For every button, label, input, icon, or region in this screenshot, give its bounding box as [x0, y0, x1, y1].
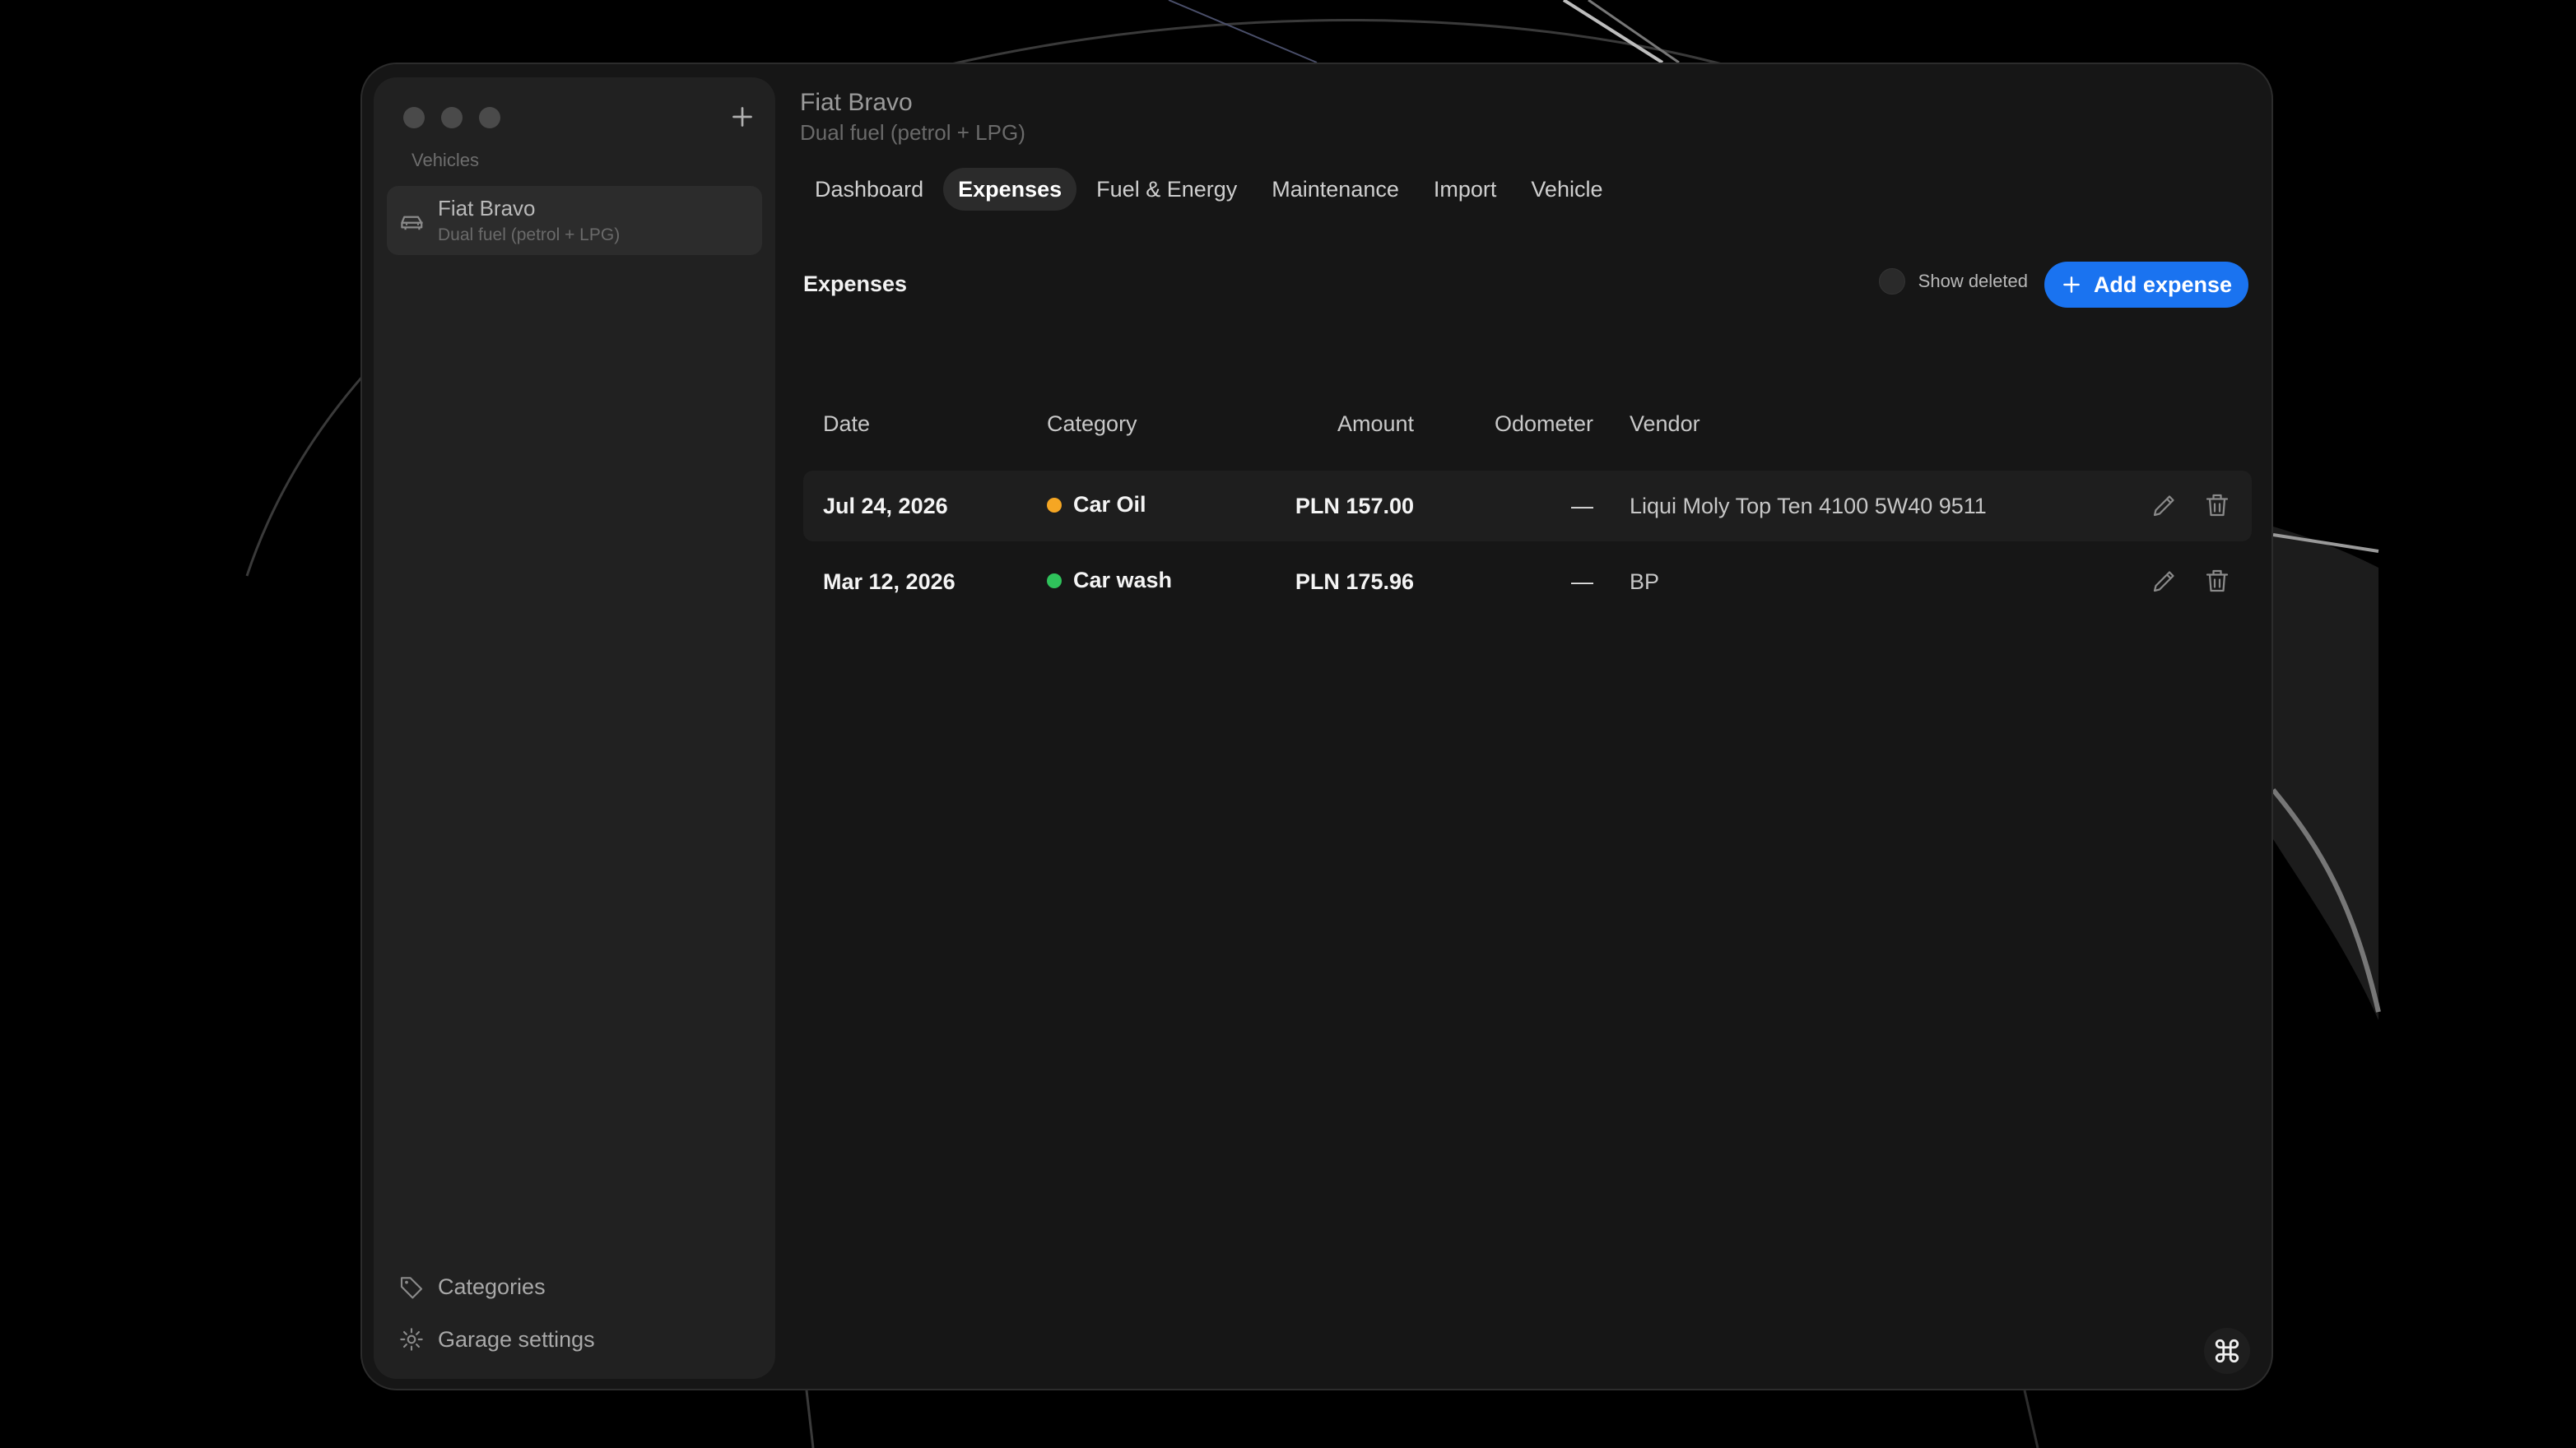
- category-color-dot: [1047, 573, 1062, 588]
- page-subtitle: Dual fuel (petrol + LPG): [800, 120, 1025, 145]
- row-amount: PLN 157.00: [1295, 494, 1414, 518]
- row-odometer: —: [1571, 569, 1593, 594]
- edit-pencil-icon[interactable]: [2150, 566, 2179, 596]
- row-amount: PLN 175.96: [1295, 569, 1414, 594]
- row-actions: [2150, 566, 2232, 596]
- row-actions: [2150, 490, 2232, 520]
- tab-dashboard[interactable]: Dashboard: [800, 168, 938, 211]
- toggle-switch[interactable]: [1878, 268, 1905, 295]
- vehicles-section-label: Vehicles: [412, 150, 479, 170]
- show-deleted-label: Show deleted: [1918, 271, 2028, 291]
- page-title: Fiat Bravo: [800, 89, 913, 116]
- table-header: Date Category Amount Odometer Vendor: [803, 403, 2252, 444]
- tab-import[interactable]: Import: [1419, 168, 1512, 211]
- garage-settings-label: Garage settings: [438, 1326, 595, 1352]
- tab-vehicle[interactable]: Vehicle: [1516, 168, 1617, 211]
- minimize-window-button[interactable]: [441, 107, 463, 128]
- command-icon: [2215, 1339, 2239, 1363]
- gear-icon: [400, 1328, 423, 1351]
- category-label: Car Oil: [1073, 492, 1146, 517]
- expenses-title: Expenses: [803, 272, 908, 296]
- add-expense-button[interactable]: Add expense: [2044, 262, 2248, 308]
- plus-icon: [732, 107, 752, 127]
- command-menu-button[interactable]: [2204, 1328, 2250, 1374]
- edit-pencil-icon[interactable]: [2150, 490, 2179, 520]
- row-date: Mar 12, 2026: [823, 569, 956, 594]
- add-vehicle-button[interactable]: [728, 102, 757, 132]
- add-expense-label: Add expense: [2093, 272, 2232, 297]
- table-row[interactable]: Jul 24, 2026 Car Oil PLN 157.00 — Liqui …: [803, 471, 2252, 541]
- tag-icon: [400, 1277, 423, 1299]
- show-deleted-toggle[interactable]: Show deleted: [1878, 268, 2028, 295]
- sidebar-item-garage-settings[interactable]: Garage settings: [398, 1326, 595, 1353]
- close-window-button[interactable]: [403, 107, 425, 128]
- row-category: Car Oil: [1047, 492, 1146, 517]
- vehicle-subtitle: Dual fuel (petrol + LPG): [438, 225, 621, 244]
- desktop-background: Vehicles Fiat Bravo Dual fuel (petrol + …: [0, 0, 2576, 1448]
- column-category[interactable]: Category: [1047, 411, 1137, 437]
- column-amount[interactable]: Amount: [1337, 411, 1414, 437]
- vehicle-name: Fiat Bravo: [438, 196, 536, 220]
- app-window: Vehicles Fiat Bravo Dual fuel (petrol + …: [360, 63, 2273, 1390]
- row-category: Car wash: [1047, 568, 1172, 593]
- tab-fuel-energy[interactable]: Fuel & Energy: [1081, 168, 1252, 211]
- category-label: Car wash: [1073, 568, 1173, 592]
- plus-icon: [2063, 276, 2080, 293]
- category-color-dot: [1047, 497, 1062, 513]
- table-row[interactable]: Mar 12, 2026 Car wash PLN 175.96 — BP: [803, 546, 2252, 617]
- main-content: Fiat Bravo Dual fuel (petrol + LPG) Dash…: [798, 64, 2271, 1389]
- row-date: Jul 24, 2026: [823, 494, 948, 518]
- trash-icon[interactable]: [2202, 490, 2232, 520]
- sidebar-item-categories[interactable]: Categories: [398, 1274, 546, 1300]
- column-vendor[interactable]: Vendor: [1630, 411, 1700, 437]
- tab-expenses[interactable]: Expenses: [943, 168, 1077, 211]
- sidebar-item-fiat-bravo[interactable]: Fiat Bravo Dual fuel (petrol + LPG): [387, 186, 762, 255]
- sidebar: Vehicles Fiat Bravo Dual fuel (petrol + …: [374, 77, 775, 1379]
- car-icon: [401, 216, 423, 230]
- maximize-window-button[interactable]: [479, 107, 500, 128]
- tab-maintenance[interactable]: Maintenance: [1257, 168, 1414, 211]
- column-date[interactable]: Date: [823, 411, 870, 437]
- row-vendor: Liqui Moly Top Ten 4100 5W40 9511: [1630, 494, 1987, 518]
- window-controls: [403, 107, 500, 128]
- row-vendor: BP: [1630, 569, 1660, 594]
- row-odometer: —: [1571, 494, 1593, 518]
- categories-label: Categories: [438, 1274, 546, 1299]
- tab-bar: Dashboard Expenses Fuel & Energy Mainten…: [800, 168, 1617, 211]
- trash-icon[interactable]: [2202, 566, 2232, 596]
- column-odometer[interactable]: Odometer: [1495, 411, 1593, 437]
